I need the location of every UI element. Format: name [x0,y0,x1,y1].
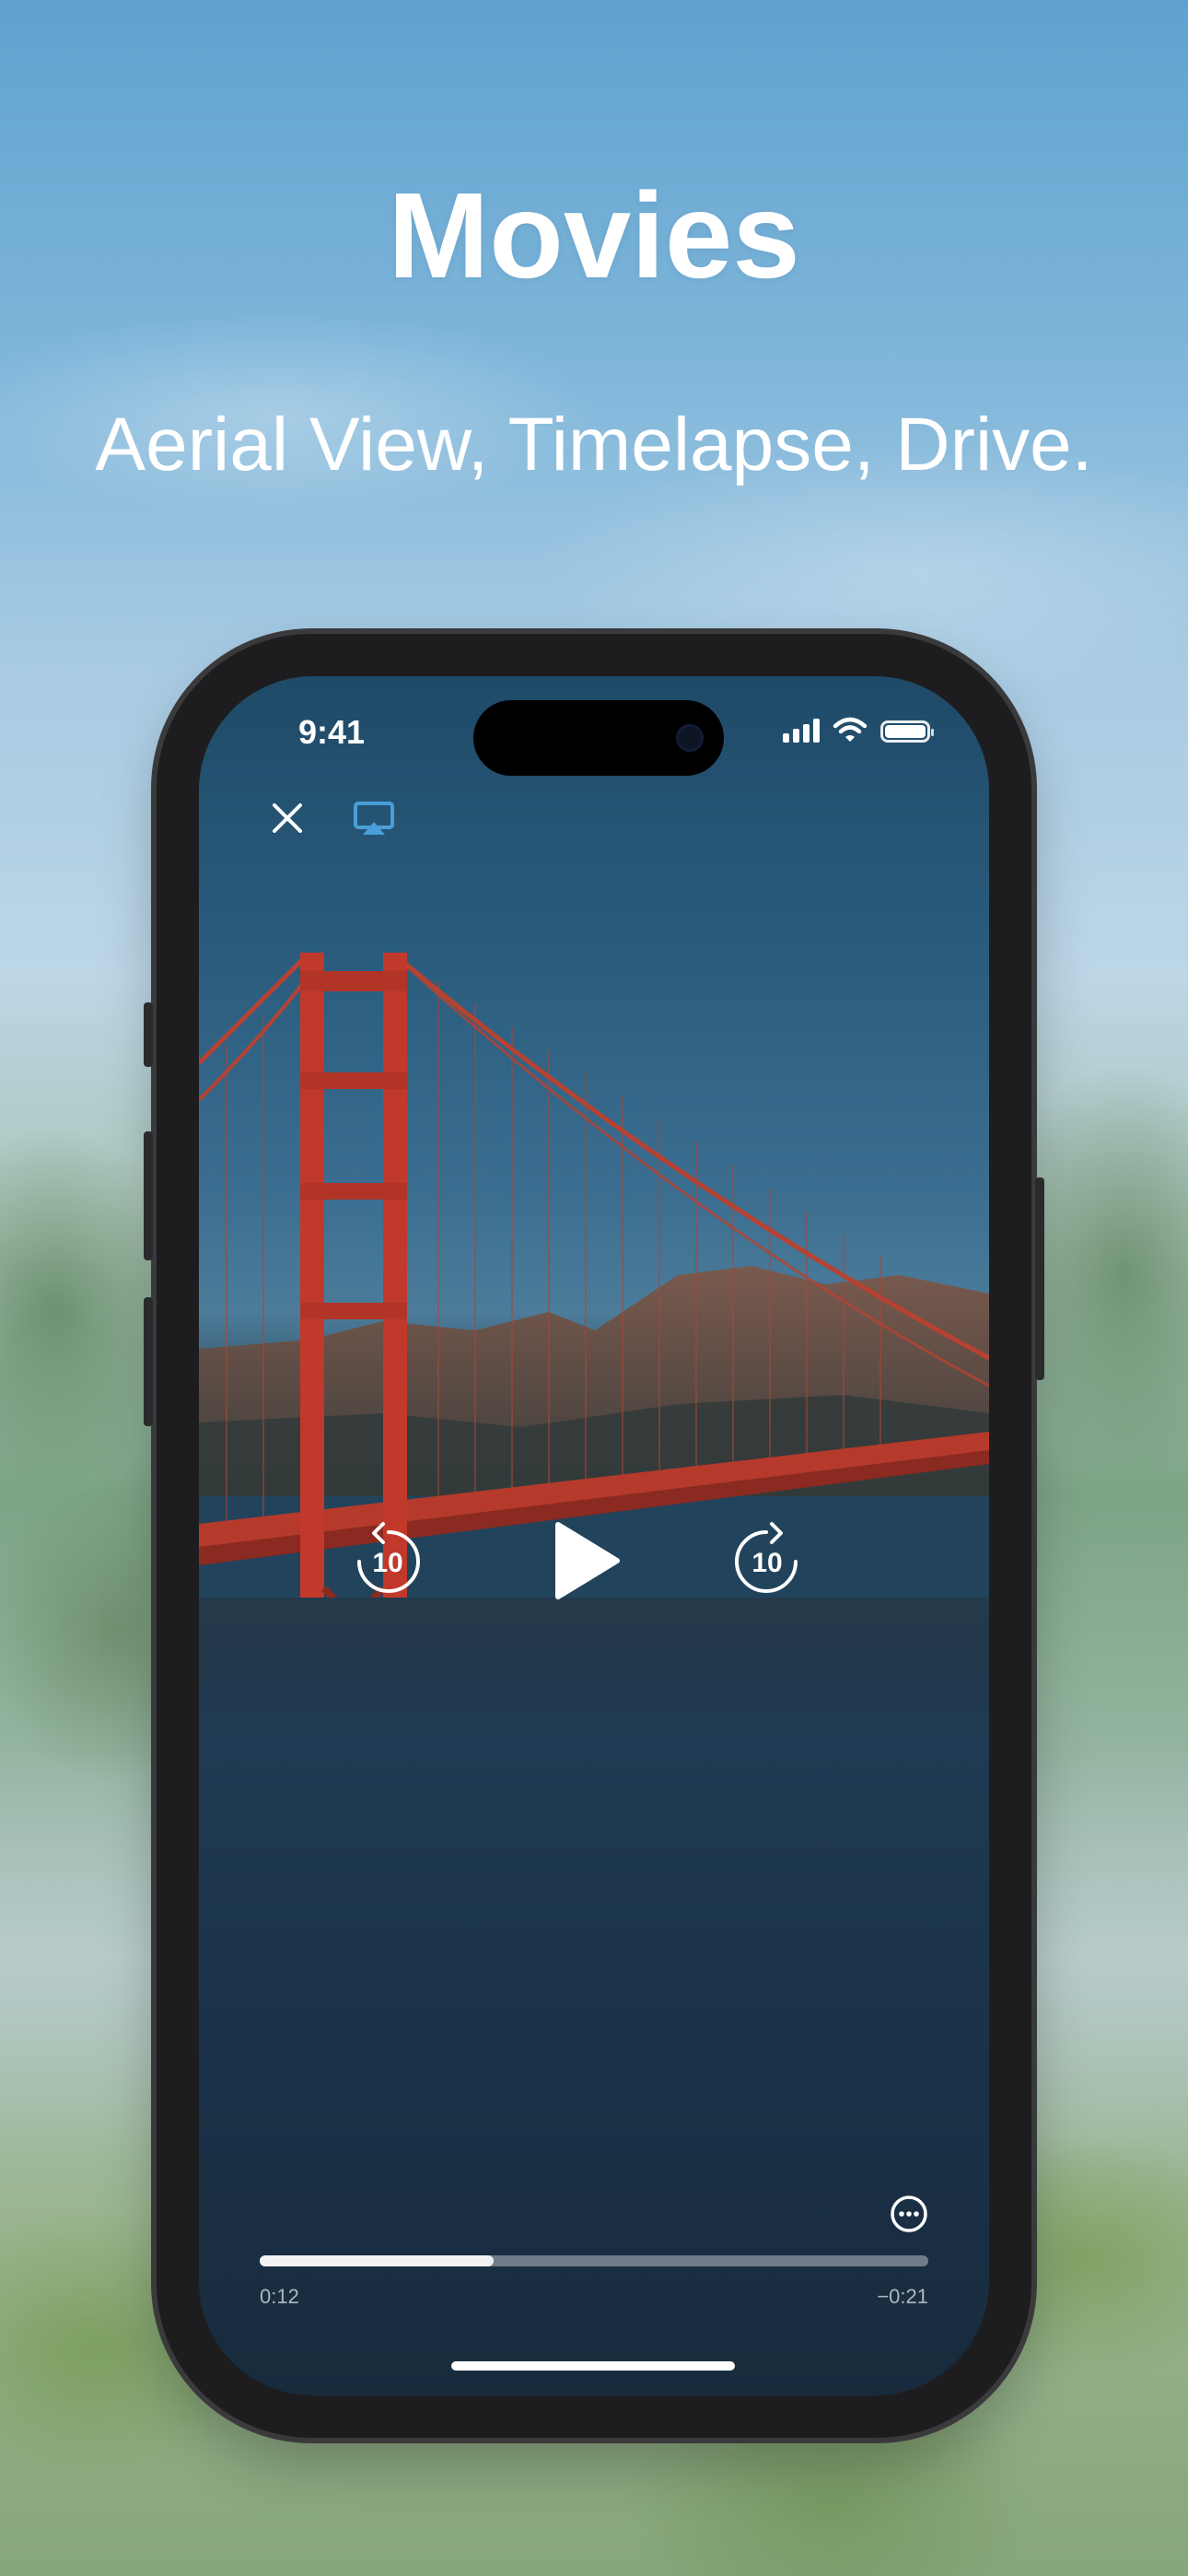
skip-forward-button[interactable]: 10 [726,1520,809,1603]
action-button [144,1002,153,1067]
page-subtitle: Aerial View, Timelapse, Drive. [95,403,1093,486]
dynamic-island [473,700,724,776]
front-camera-icon [676,724,704,752]
skip-back-button[interactable]: 10 [346,1520,429,1603]
remaining-time: −0:21 [877,2285,928,2308]
playback-controls: 10 10 [199,1505,989,1616]
power-button [1035,1177,1044,1380]
battery-icon [880,720,934,743]
play-icon [555,1522,620,1599]
airplay-icon [354,802,394,835]
play-button[interactable] [540,1515,632,1607]
wifi-icon [833,717,868,742]
home-indicator [451,2361,735,2371]
skip-back-label: 10 [372,1548,403,1578]
cellular-signal-icon [783,717,820,743]
close-icon [273,803,302,833]
video-player-screen: 9:41 10 10 0:12 −0:21 [199,676,989,2395]
elapsed-time: 0:12 [260,2285,299,2308]
skip-forward-label: 10 [751,1548,783,1578]
status-icons [783,717,934,743]
scrubber-played [260,2255,495,2266]
ellipsis-circle-icon [891,2195,927,2232]
volume-down-button [144,1297,153,1426]
playback-scrubber[interactable] [260,2255,928,2266]
video-frame-bridge [199,953,989,1598]
page-title: Movies [388,168,800,303]
airplay-button[interactable] [346,790,402,846]
phone-mockup: 9:41 10 10 0:12 −0:21 [144,634,1044,2438]
volume-up-button [144,1131,153,1260]
more-options-button[interactable] [882,2187,936,2241]
close-button[interactable] [260,790,315,846]
status-time: 9:41 [298,713,366,751]
